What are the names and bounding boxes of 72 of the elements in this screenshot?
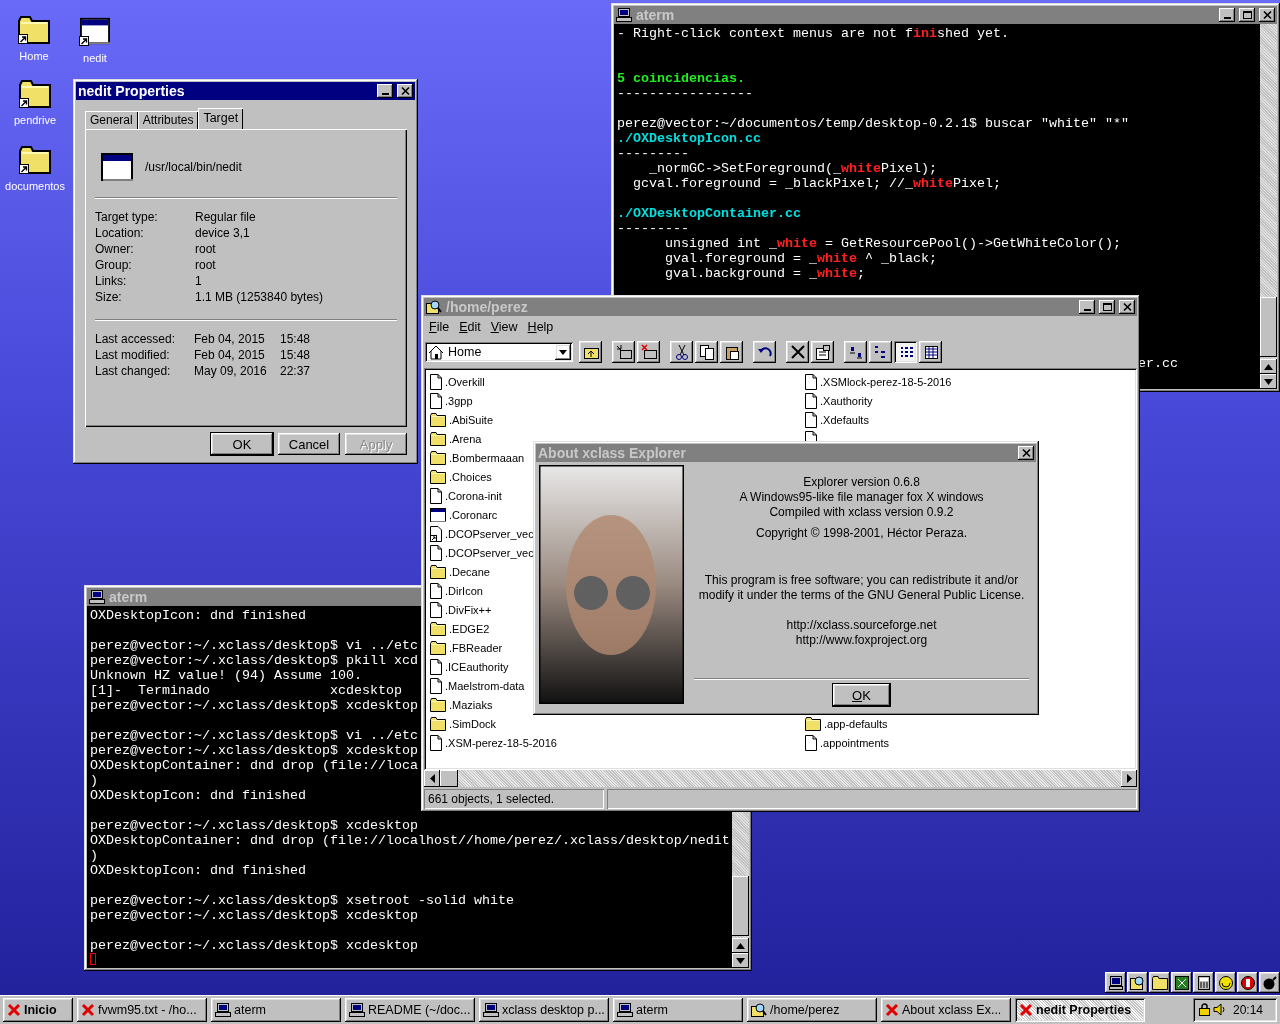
license-text: modify it under the terms of the GNU General Public License. (698, 588, 1025, 603)
field-value: root (195, 241, 217, 257)
date-value: Feb 04, 2015 (194, 347, 266, 363)
field-value: Regular file (195, 209, 257, 225)
clock: 20:14 (1233, 1002, 1264, 1017)
field-label: Last modified: (95, 347, 171, 363)
target-path: /usr/local/bin/nedit (145, 160, 242, 174)
time-value: 15:48 (280, 347, 312, 363)
terminal-line: perez@vector:~/.xclass/desktop$ xcdesktop (90, 818, 418, 833)
field-label: Owner: (95, 241, 135, 257)
terminal-line: gval.background = _white; (664, 266, 865, 281)
version-text: Compiled with xclass version 0.9.2 (768, 505, 955, 520)
terminal-line: --------- (617, 221, 689, 236)
terminal-line: _normGC->SetForeground(_whitePixel); (648, 161, 937, 176)
field-label: Target type: (95, 209, 159, 225)
time-value: 22:37 (280, 363, 312, 379)
field-label: Group: (95, 257, 133, 273)
terminal-line: gval.foreground = _white ^ _black; (664, 251, 937, 266)
terminal-line: perez@vector:~/.xclass/desktop$ xcdesktop (90, 938, 418, 953)
field-value: root (195, 257, 217, 273)
field-label: Size: (95, 289, 123, 305)
license-text: This program is free software; you can redistribute it and/or (703, 573, 1020, 588)
terminal-line: perez@vector:~/documentos/temp/desktop-0.2.1$ buscar "white" "*" (617, 116, 1129, 131)
field-label: Links: (95, 273, 128, 289)
field-label: Last accessed: (95, 331, 177, 347)
icon-label: documentos (5, 180, 65, 192)
field-value: 1 (195, 273, 203, 289)
terminal-line: --------- (617, 146, 689, 161)
icon-label: Home (19, 50, 49, 62)
version-text: Explorer version 0.6.8 (802, 475, 921, 490)
window-title: nedit Properties (78, 83, 185, 99)
terminal-line: perez@vector:~/.xclass/desktop$ xcdesktop (90, 698, 418, 713)
terminal-line: OXDesktopContainer: dnd drop (file://localhost//home/perez/.xclass/desktop/nedit (90, 833, 730, 848)
terminal-line: 5 coincidencias. (617, 71, 745, 86)
field-label: Location: (95, 225, 145, 241)
terminal-line: ----------------- (617, 86, 753, 101)
terminal-line: perez@vector:~/.xclass/desktop$ vi ../etc (90, 638, 418, 653)
terminal-line: [1]- Terminado xcdesktop (90, 683, 402, 698)
terminal-line: Unknown HZ value! (94) Assume 100. (90, 668, 362, 683)
terminal-line: ./OXDesktopContainer.cc (617, 206, 801, 221)
icon-label: pendrive (13, 114, 57, 126)
terminal-line: perez@vector:~/.xclass/desktop$ xcdesktop (90, 743, 418, 758)
time-value: 15:48 (280, 331, 312, 347)
field-value: 1.1 MB (1253840 bytes) (195, 289, 325, 305)
field-label: Last changed: (95, 363, 172, 379)
terminal-line: perez@vector:~/.xclass/desktop$ vi ../etc (90, 728, 418, 743)
terminal-line: unsigned int _white = GetResourcePool()->GetWhiteColor(); (664, 236, 1121, 251)
window-title: aterm (636, 7, 675, 23)
terminal-line: ) (90, 773, 98, 788)
terminal-line: perez@vector:~/.xclass/desktop$ xsetroot -solid white (90, 893, 514, 908)
terminal-line: perez@vector:~/.xclass/desktop$ pkill xcd (90, 653, 418, 668)
window-title: About xclass Explorer (538, 445, 686, 461)
url-text: http://xclass.sourceforge.net (786, 618, 937, 633)
date-value: May 09, 2016 (194, 363, 268, 379)
terminal-line: OXDesktopIcon: dnd finished (90, 863, 306, 878)
terminal-line: OXDesktopContainer: dnd drop (file://loca (90, 758, 418, 773)
terminal-line: perez@vector:~/.xclass/desktop$ xcdesktop (90, 908, 418, 923)
copyright-text: Copyright © 1998-2001, Héctor Peraza. (756, 526, 967, 541)
icon-label: nedit (83, 52, 107, 64)
window-title: /home/perez (446, 299, 528, 315)
terminal-line: ./OXDesktopIcon.cc (617, 131, 761, 146)
window-title: aterm (109, 589, 148, 605)
field-value: device 3,1 (195, 225, 251, 241)
date-value: Feb 04, 2015 (194, 331, 266, 347)
version-text: A Windows95-like file manager fox X windows (739, 490, 984, 505)
status-text: 661 objects, 1 selected. (424, 789, 604, 809)
terminal-line: OXDesktopIcon: dnd finished (90, 608, 306, 623)
url-text: http://www.foxproject.org (795, 633, 928, 648)
terminal-line: - Right-click context menus are not finished yet. (617, 26, 1009, 41)
terminal-line: gcval.foreground = _blackPixel; //_whitePixel; (632, 176, 1001, 191)
terminal-line: ) (90, 848, 98, 863)
terminal-line: OXDesktopIcon: dnd finished (90, 788, 306, 803)
